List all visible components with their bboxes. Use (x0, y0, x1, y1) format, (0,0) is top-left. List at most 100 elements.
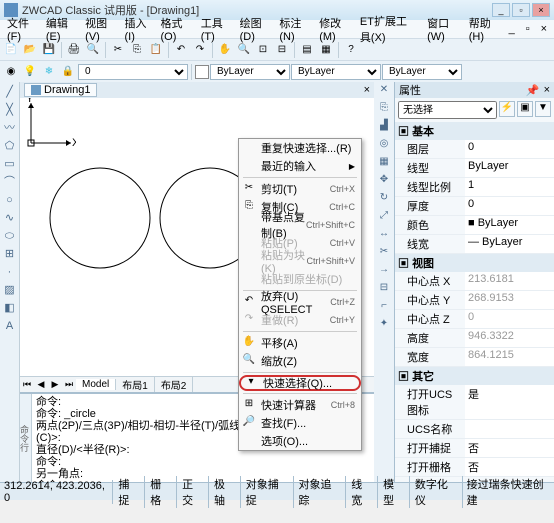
panel-pin-icon[interactable]: 📌 (526, 84, 540, 97)
selection-combo[interactable]: 无选择 (398, 101, 497, 119)
prop-row[interactable]: 线型ByLayer (395, 159, 554, 178)
preview-icon[interactable]: 🔍 (84, 41, 102, 59)
status-toggle[interactable]: 模型 (378, 476, 410, 508)
prop-value[interactable]: 是 (465, 385, 554, 419)
prop-value[interactable] (465, 420, 554, 438)
restore-button[interactable]: ▫ (512, 3, 530, 17)
lock-icon[interactable]: 🔒 (59, 63, 77, 81)
save-icon[interactable]: 💾 (40, 41, 58, 59)
menu-item[interactable]: 窗口(W) (422, 14, 463, 44)
arc-icon[interactable]: ⌒ (2, 174, 18, 190)
ctx-menu-item[interactable]: 选项(O)... (239, 432, 361, 450)
menu-item[interactable]: 格式(O) (155, 14, 194, 44)
lineweight-combo[interactable]: ByLayer (382, 64, 462, 80)
toggle-pickadd-icon[interactable]: ▼ (535, 101, 551, 117)
offset-icon[interactable]: ◎ (376, 138, 392, 154)
array-icon[interactable]: ▦ (376, 156, 392, 172)
doc-tab[interactable]: Drawing1 (24, 83, 97, 97)
doc-win-button[interactable]: ▫ (521, 22, 535, 36)
layout-tab[interactable]: Model (76, 379, 116, 390)
prop-row[interactable]: 颜色■ ByLayer (395, 216, 554, 235)
cmd-grip[interactable]: 命令行 (20, 394, 32, 482)
prop-value[interactable]: 268.9153 (465, 291, 554, 309)
prop-row[interactable]: 高度946.3322 (395, 329, 554, 348)
prop-value[interactable]: 0 (465, 140, 554, 158)
pan-icon[interactable]: ✋ (216, 41, 234, 59)
prop-row[interactable]: 中心点 Z0 (395, 310, 554, 329)
prop-value[interactable]: ■ ByLayer (465, 216, 554, 234)
quick-select-icon[interactable]: ⚡ (499, 101, 515, 117)
ctx-menu-item[interactable]: ✋平移(A) (239, 334, 361, 352)
layout-tab[interactable]: 布局2 (155, 377, 194, 392)
ctx-menu-item[interactable]: 🔎查找(F)... (239, 414, 361, 432)
prop-row[interactable]: 中心点 X213.6181 (395, 272, 554, 291)
layer-combo[interactable]: 0 (78, 64, 188, 80)
menu-item[interactable]: 视图(V) (80, 14, 118, 44)
circle-icon[interactable]: ○ (2, 192, 18, 208)
undo-icon[interactable]: ↶ (172, 41, 190, 59)
menu-item[interactable]: 工具(T) (196, 14, 234, 44)
move-icon[interactable]: ✥ (376, 174, 392, 190)
ellipse-icon[interactable]: ⬭ (2, 228, 18, 244)
prop-value[interactable]: 1 (465, 178, 554, 196)
close-button[interactable]: × (532, 3, 550, 17)
text-icon[interactable]: A (2, 318, 18, 334)
ctx-menu-item[interactable]: ▾快速选择(Q)... (239, 375, 361, 391)
ctx-menu-item[interactable]: 最近的输入▶ (239, 157, 361, 175)
prop-row[interactable]: 打开UCS图标是 (395, 385, 554, 420)
color-swatch[interactable] (195, 65, 209, 79)
prop-group-header[interactable]: 视图 (395, 254, 554, 272)
rotate-icon[interactable]: ↻ (376, 192, 392, 208)
status-toggle[interactable]: 捕捉 (113, 476, 145, 508)
prop-value[interactable]: 否 (465, 439, 554, 457)
status-toggle[interactable]: 对象追踪 (294, 476, 347, 508)
prop-value[interactable]: 213.6181 (465, 272, 554, 290)
mirror-icon[interactable]: ▟ (376, 120, 392, 136)
extend-icon[interactable]: → (376, 264, 392, 280)
rect-icon[interactable]: ▭ (2, 156, 18, 172)
menu-item[interactable]: ET扩展工具(X) (355, 12, 421, 46)
bulb-icon[interactable]: 💡 (21, 63, 39, 81)
zoom-icon[interactable]: 🔍 (235, 41, 253, 59)
menu-item[interactable]: 文件(F) (2, 14, 40, 44)
tab-nav-button[interactable]: ◀ (34, 379, 48, 390)
region-icon[interactable]: ◧ (2, 300, 18, 316)
prop-value[interactable]: 否 (465, 458, 554, 476)
design-center-icon[interactable]: ▦ (317, 41, 335, 59)
panel-close-icon[interactable]: × (544, 84, 550, 97)
status-toggle[interactable]: 对象捕捉 (241, 476, 294, 508)
menu-item[interactable]: 绘图(D) (235, 14, 274, 44)
new-icon[interactable]: 📄 (2, 41, 20, 59)
doc-win-button[interactable]: × (536, 22, 552, 36)
hatch-icon[interactable]: ▨ (2, 282, 18, 298)
tab-nav-button[interactable]: ⏭ (62, 379, 76, 390)
doc-close-icon[interactable]: × (364, 84, 370, 96)
prop-row[interactable]: 打开栅格否 (395, 458, 554, 477)
prop-group-header[interactable]: 其它 (395, 367, 554, 385)
zoom-window-icon[interactable]: ⊡ (254, 41, 272, 59)
block-icon[interactable]: ⊞ (2, 246, 18, 262)
ctx-menu-item[interactable]: 带基点复制(B)Ctrl+Shift+C (239, 216, 361, 234)
status-toggle[interactable]: 正交 (177, 476, 209, 508)
prop-row[interactable]: 打开捕捉否 (395, 439, 554, 458)
pline-icon[interactable]: 〰 (2, 120, 18, 136)
menu-item[interactable]: 编辑(E) (41, 14, 79, 44)
prop-value[interactable]: 946.3322 (465, 329, 554, 347)
xline-icon[interactable]: ╳ (2, 102, 18, 118)
stretch-icon[interactable]: ↔ (376, 228, 392, 244)
props-icon[interactable]: ▤ (298, 41, 316, 59)
prop-row[interactable]: 宽度864.1215 (395, 348, 554, 367)
prop-row[interactable]: 线宽— ByLayer (395, 235, 554, 254)
redo-icon[interactable]: ↷ (191, 41, 209, 59)
prop-row[interactable]: 图层0 (395, 140, 554, 159)
doc-win-button[interactable]: _ (504, 22, 520, 36)
menu-item[interactable]: 插入(I) (119, 14, 154, 44)
prop-value[interactable]: 0 (465, 310, 554, 328)
polygon-icon[interactable]: ⬠ (2, 138, 18, 154)
prop-row[interactable]: 中心点 Y268.9153 (395, 291, 554, 310)
copy-icon[interactable]: ⎘ (128, 41, 146, 59)
help-icon[interactable]: ? (342, 41, 360, 59)
property-grid[interactable]: 基本图层0线型ByLayer线型比例1厚度0颜色■ ByLayer线宽— ByL… (395, 122, 554, 482)
ctx-menu-item[interactable]: 重复快速选择...(R) (239, 139, 361, 157)
ctx-menu-item[interactable]: ↶放弃(U) QSELECTCtrl+Z (239, 293, 361, 311)
